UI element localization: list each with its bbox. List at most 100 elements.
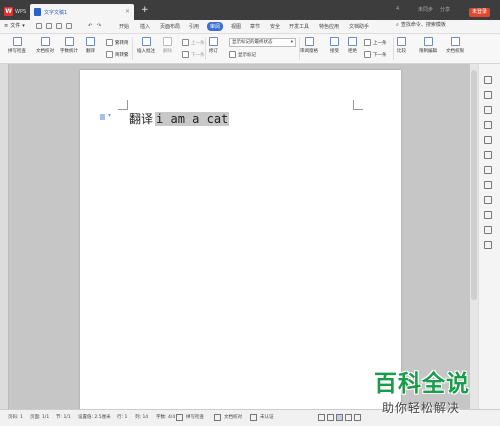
- star-icon[interactable]: [484, 151, 492, 159]
- track-changes-button[interactable]: 修订: [209, 37, 218, 54]
- spellcheck-icon[interactable]: [176, 414, 183, 421]
- translate-button[interactable]: 翻译: [86, 37, 95, 54]
- document-text-line[interactable]: 翻译 i am a cat: [129, 110, 230, 127]
- paragraph-handle-icon[interactable]: [100, 114, 105, 120]
- share-button[interactable]: 分享: [440, 6, 450, 13]
- delete-comment-icon: [163, 37, 172, 46]
- delete-comment-label: 删除: [163, 49, 172, 54]
- sync-status[interactable]: 未同步: [418, 6, 433, 13]
- simp-to-trad-label: 繁转简: [115, 40, 129, 46]
- track-changes-icon: [209, 37, 218, 46]
- divider: [393, 38, 394, 60]
- restrict-edit-button[interactable]: 限制编辑: [419, 37, 437, 54]
- next-comment-button[interactable]: 下一条: [182, 51, 205, 58]
- chart-icon[interactable]: [484, 166, 492, 174]
- preview-icon[interactable]: [66, 23, 72, 29]
- trad-to-simp-button[interactable]: 简转繁: [106, 51, 129, 58]
- document-icon[interactable]: [484, 181, 492, 189]
- doc-proof-icon[interactable]: [214, 414, 221, 421]
- menu-item-view[interactable]: 视图: [231, 23, 241, 30]
- menu-item-insert[interactable]: 插入: [140, 23, 150, 30]
- compare-icon: [397, 37, 406, 46]
- new-tab-button[interactable]: +: [141, 5, 149, 15]
- print-icon[interactable]: [56, 23, 62, 29]
- view-mode-icon[interactable]: [327, 414, 334, 421]
- menu-item-chapter[interactable]: 章节: [250, 23, 260, 30]
- selected-text[interactable]: i am a cat: [155, 111, 230, 126]
- outline-view-icon[interactable]: [354, 414, 361, 421]
- reject-button[interactable]: 拒绝: [348, 37, 357, 54]
- help-icon[interactable]: [484, 241, 492, 249]
- chevron-down-icon[interactable]: ▾: [108, 112, 111, 119]
- spellcheck-button[interactable]: 拼写检查: [8, 37, 26, 54]
- prev-change-button[interactable]: 上一条: [364, 39, 387, 46]
- table-icon[interactable]: [484, 211, 492, 219]
- menu-item-developer[interactable]: 开发工具: [289, 23, 309, 30]
- wps-app-tab[interactable]: W WPS: [4, 4, 26, 19]
- menu-item-page-layout[interactable]: 页面布局: [160, 23, 180, 30]
- menu-item-home[interactable]: 开始: [119, 23, 129, 30]
- status-page-number[interactable]: 页码: 1: [8, 414, 23, 420]
- document-tab[interactable]: 文字文稿1 ✕: [30, 4, 134, 20]
- review-pane-button[interactable]: 审阅窗格: [300, 37, 318, 54]
- watermark-subtitle: 助你轻松解决: [382, 401, 461, 415]
- lock-icon: [423, 37, 433, 46]
- delete-comment-button[interactable]: 删除: [163, 37, 172, 54]
- insert-comment-button[interactable]: 插入批注: [137, 37, 155, 54]
- command-search[interactable]: ⌕ 查找命令、搜索模板: [396, 21, 446, 29]
- sidebar-expand-icon[interactable]: [484, 76, 492, 84]
- file-menu[interactable]: ≡ 文件 ▾: [4, 22, 25, 30]
- menu-bar: ≡ 文件 ▾ ↶ ↷ 开始 插入 页面布局 引用 审阅 视图 章节 安全 开发工…: [0, 20, 500, 34]
- web-view-icon[interactable]: [345, 414, 352, 421]
- doc-auth-button[interactable]: 文档权限: [446, 37, 464, 54]
- doc-proof-button[interactable]: 文档校对: [36, 37, 54, 54]
- page-view-icon[interactable]: [336, 414, 343, 421]
- scrollbar-thumb[interactable]: [471, 70, 477, 300]
- shape-icon[interactable]: [484, 121, 492, 129]
- tab-count-badge[interactable]: 4: [396, 6, 399, 12]
- markup-state-select[interactable]: 显示标记的最终状态 ▾: [229, 38, 296, 47]
- trad-to-simp-label: 简转繁: [115, 52, 129, 58]
- reject-label: 拒绝: [348, 49, 357, 54]
- word-count-icon: [64, 37, 74, 46]
- status-pages[interactable]: 页面: 1/1: [30, 414, 49, 420]
- menu-item-references[interactable]: 引用: [189, 23, 199, 30]
- status-spellcheck[interactable]: 拼写检查: [186, 414, 204, 420]
- compare-button[interactable]: 比较: [397, 37, 406, 54]
- prev-comment-button[interactable]: 上一条: [182, 39, 205, 46]
- review-pane-label: 审阅窗格: [300, 49, 318, 54]
- document-page[interactable]: ▾ 翻译 i am a cat: [80, 70, 401, 409]
- login-button[interactable]: 未登录: [469, 8, 490, 17]
- cursor-icon[interactable]: [484, 106, 492, 114]
- pen-icon[interactable]: [484, 91, 492, 99]
- edit-icon[interactable]: [318, 414, 325, 421]
- redo-icon[interactable]: ↷: [97, 23, 101, 29]
- image-icon[interactable]: [484, 196, 492, 204]
- status-word-count[interactable]: 字数: 4/4: [156, 414, 175, 420]
- undo-icon[interactable]: ↶: [88, 23, 92, 29]
- status-column[interactable]: 列: 14: [135, 414, 148, 420]
- compare-label: 比较: [397, 49, 406, 54]
- close-tab-icon[interactable]: ✕: [125, 8, 130, 15]
- style-icon[interactable]: [484, 136, 492, 144]
- accept-button[interactable]: 接受: [330, 37, 339, 54]
- status-auth[interactable]: 未认证: [260, 414, 274, 420]
- status-row[interactable]: 行: 1: [117, 414, 127, 420]
- menu-item-security[interactable]: 安全: [270, 23, 280, 30]
- menu-item-doc-assistant[interactable]: 文档助手: [349, 23, 369, 30]
- next-change-button[interactable]: 下一条: [364, 51, 387, 58]
- word-count-button[interactable]: 字数统计: [60, 37, 78, 54]
- status-doc-proof[interactable]: 文档校对: [224, 414, 242, 420]
- show-markup-button[interactable]: 显示标记: [229, 51, 256, 58]
- menu-item-features[interactable]: 特色应用: [319, 23, 339, 30]
- accept-label: 接受: [330, 49, 339, 54]
- save-icon[interactable]: [36, 23, 42, 29]
- simp-to-trad-button[interactable]: 繁转简: [106, 39, 129, 46]
- comment-icon: [141, 37, 151, 46]
- export-icon[interactable]: [46, 23, 52, 29]
- status-section[interactable]: 节: 1/1: [56, 414, 71, 420]
- history-icon[interactable]: [484, 226, 492, 234]
- status-set-value[interactable]: 设置值: 2.5厘米: [78, 414, 111, 420]
- menu-item-review[interactable]: 审阅: [207, 22, 224, 31]
- shield-icon[interactable]: [250, 414, 257, 421]
